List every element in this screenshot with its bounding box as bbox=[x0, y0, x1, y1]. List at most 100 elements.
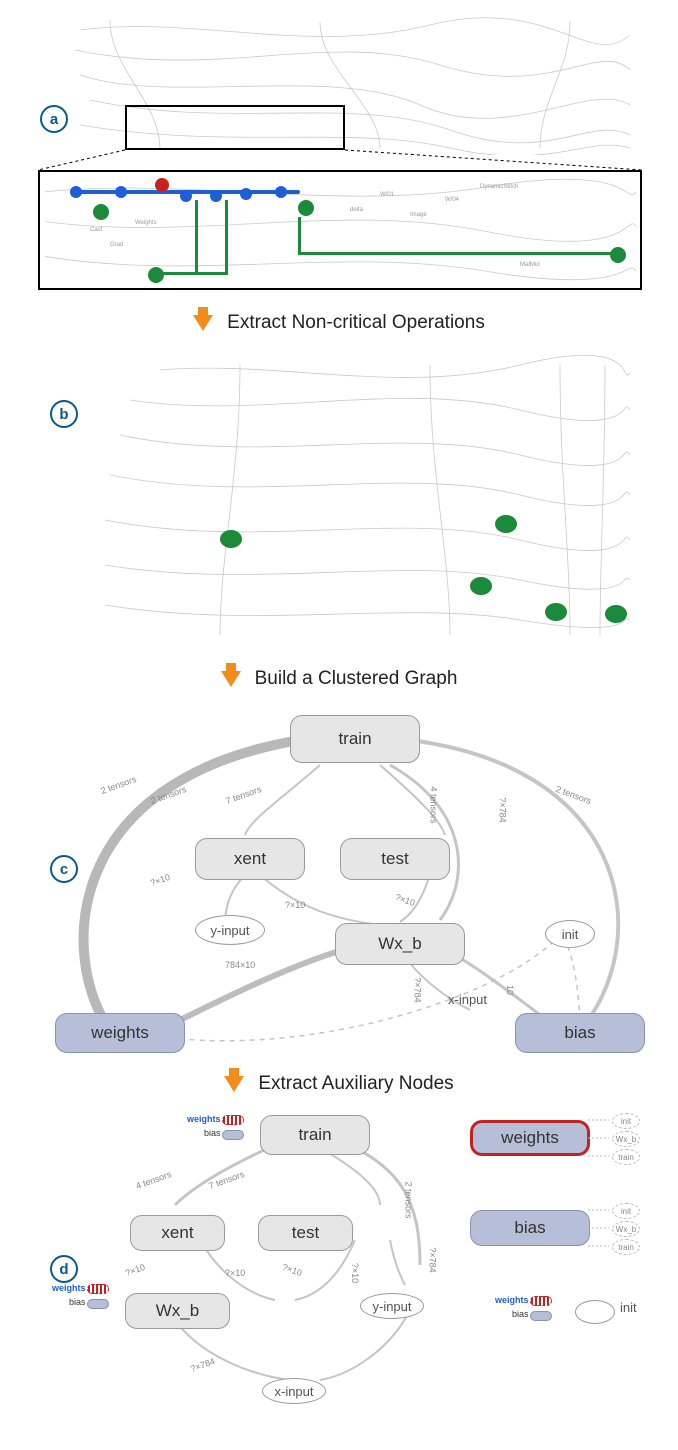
edge-label: 2 tensors bbox=[99, 774, 137, 796]
node-train-label: train bbox=[338, 729, 371, 749]
target-train: train bbox=[612, 1149, 640, 1165]
proxy-bias-label-2: bias bbox=[69, 1297, 86, 1307]
node-wxb[interactable]: Wx_b bbox=[335, 923, 465, 965]
green-edge bbox=[225, 200, 228, 272]
aux-node-wxb[interactable]: Wx_b bbox=[125, 1293, 230, 1329]
edge-label: ?×10 bbox=[124, 1262, 146, 1278]
aux-init-label: init bbox=[620, 1300, 637, 1315]
edge-label: 7 tensors bbox=[224, 784, 262, 806]
node-test-label: test bbox=[381, 849, 408, 869]
green-node-icon bbox=[220, 530, 242, 548]
green-node-icon bbox=[545, 603, 567, 621]
aux-x-input-label: x-input bbox=[274, 1384, 313, 1399]
aux-y-input-label: y-input bbox=[372, 1299, 411, 1314]
tangled-graph-b bbox=[100, 355, 640, 645]
proxy-weights-label-3: weights bbox=[495, 1295, 529, 1305]
proxy-bias-icon-3 bbox=[530, 1311, 552, 1321]
blue-node-icon bbox=[70, 186, 82, 198]
down-arrow-icon bbox=[224, 1076, 244, 1092]
step-1-label: Extract Non-critical Operations bbox=[227, 312, 485, 334]
op-label: DynamicStitch bbox=[480, 184, 518, 190]
node-weights[interactable]: weights bbox=[55, 1013, 185, 1053]
node-bias-label: bias bbox=[564, 1023, 595, 1043]
green-edge bbox=[298, 252, 618, 255]
node-xent-label: xent bbox=[234, 849, 266, 869]
green-node-icon bbox=[148, 267, 164, 283]
green-node-icon bbox=[610, 247, 626, 263]
edge-label: ?×784 bbox=[428, 1247, 438, 1272]
green-node-icon bbox=[605, 605, 627, 623]
aux-ellipse-x-input[interactable]: x-input bbox=[262, 1378, 326, 1404]
blue-node-icon bbox=[115, 186, 127, 198]
green-edge bbox=[298, 217, 301, 253]
edge-label: ?×10 bbox=[281, 1262, 303, 1278]
edge-label: ?×784 bbox=[413, 977, 423, 1002]
proxy-bias-label: bias bbox=[204, 1128, 221, 1138]
panel-label-d-text: d bbox=[59, 1261, 68, 1278]
green-edge bbox=[195, 200, 198, 272]
node-train[interactable]: train bbox=[290, 715, 420, 763]
node-wxb-label: Wx_b bbox=[378, 934, 421, 954]
edge-label: ?×10 bbox=[225, 1268, 245, 1278]
target-init: init bbox=[612, 1113, 640, 1129]
node-weights-label: weights bbox=[91, 1023, 149, 1043]
blue-node-icon bbox=[180, 190, 192, 202]
panel-label-a: a bbox=[40, 105, 68, 133]
panel-label-c-text: c bbox=[60, 861, 68, 878]
edge-label: 784×10 bbox=[225, 960, 255, 970]
edge-label: ?×784 bbox=[189, 1356, 216, 1374]
red-node-icon bbox=[155, 178, 169, 192]
edge-label: 2 tensors bbox=[554, 784, 592, 806]
blue-node-icon bbox=[275, 186, 287, 198]
op-label: Grad bbox=[110, 242, 123, 248]
aux-node-train[interactable]: train bbox=[260, 1115, 370, 1155]
op-label: W/01 bbox=[380, 192, 394, 198]
edge-label: 4 tensors bbox=[134, 1169, 172, 1191]
panel-label-a-text: a bbox=[50, 111, 58, 128]
edge-label: ?×10 bbox=[285, 900, 305, 910]
green-node-icon bbox=[495, 515, 517, 533]
x-input-label-c: x-input bbox=[448, 992, 487, 1007]
green-edge bbox=[155, 272, 228, 275]
ellipse-y-input[interactable]: y-input bbox=[195, 915, 265, 945]
down-arrow-icon bbox=[221, 671, 241, 687]
aux-node-train-label: train bbox=[298, 1125, 331, 1145]
op-label: Weights bbox=[135, 220, 157, 226]
aux-side-bias-label: bias bbox=[514, 1218, 545, 1238]
node-xent[interactable]: xent bbox=[195, 838, 305, 880]
edge-label: 7 tensors bbox=[207, 1169, 245, 1191]
callout-rect-a bbox=[125, 105, 345, 150]
aux-side-node-bias[interactable]: bias bbox=[470, 1210, 590, 1246]
down-arrow-icon bbox=[193, 315, 213, 331]
step-3-label: Extract Auxiliary Nodes bbox=[258, 1073, 453, 1095]
op-label: W/04 bbox=[445, 197, 459, 203]
edge-label: 4 tensors bbox=[429, 786, 439, 823]
step-arrow-3: Extract Auxiliary Nodes bbox=[0, 1073, 678, 1095]
edge-label: 2 tensors bbox=[149, 784, 187, 806]
blue-node-icon bbox=[210, 190, 222, 202]
panel-label-c: c bbox=[50, 855, 78, 883]
op-label: Cast bbox=[90, 227, 102, 233]
aux-ellipse-y-input[interactable]: y-input bbox=[360, 1293, 424, 1319]
proxy-bias-icon-2 bbox=[87, 1299, 109, 1309]
aux-node-wxb-label: Wx_b bbox=[156, 1301, 199, 1321]
green-node-icon bbox=[93, 204, 109, 220]
edge-label: ?×784 bbox=[498, 797, 508, 822]
panel-label-b-text: b bbox=[59, 406, 68, 423]
edge-label: ?×10 bbox=[149, 872, 171, 888]
aux-ellipse-init[interactable] bbox=[575, 1300, 615, 1324]
node-test[interactable]: test bbox=[340, 838, 450, 880]
node-bias[interactable]: bias bbox=[515, 1013, 645, 1053]
proxy-weights-icon-2 bbox=[87, 1284, 109, 1294]
edge-label: ?×10 bbox=[394, 892, 416, 908]
tangled-lines-b bbox=[100, 355, 640, 645]
aux-node-test[interactable]: test bbox=[258, 1215, 353, 1251]
panel-label-d: d bbox=[50, 1255, 78, 1283]
step-arrow-2: Build a Clustered Graph bbox=[0, 668, 678, 690]
aux-side-node-weights[interactable]: weights bbox=[470, 1120, 590, 1156]
aux-node-xent[interactable]: xent bbox=[130, 1215, 225, 1251]
init-label: init bbox=[562, 927, 579, 942]
aux-node-test-label: test bbox=[292, 1223, 319, 1243]
ellipse-init[interactable]: init bbox=[545, 920, 595, 948]
proxy-bias-icon bbox=[222, 1130, 244, 1140]
